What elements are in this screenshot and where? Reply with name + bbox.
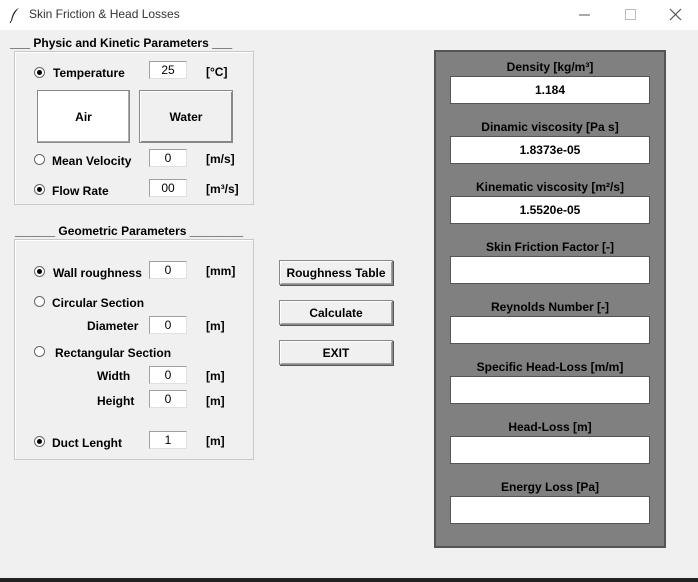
feather-icon	[9, 8, 19, 23]
temperature-radio[interactable]	[34, 67, 45, 78]
velocity-label: Mean Velocity	[52, 154, 132, 168]
velocity-input[interactable]	[149, 149, 187, 167]
roughness-radio[interactable]	[34, 266, 45, 277]
friction-factor-label: Skin Friction Factor [-]	[485, 240, 614, 254]
minimize-button[interactable]	[561, 0, 607, 30]
exit-button[interactable]: EXIT	[279, 340, 393, 365]
velocity-radio[interactable]	[34, 154, 45, 165]
physic-group-title: ___ Physic and Kinetic Parameters ___	[10, 36, 233, 50]
maximize-button[interactable]	[607, 0, 653, 30]
velocity-unit: [m/s]	[206, 152, 235, 166]
kinematic-viscosity-label: Kinematic viscosity [m²/s]	[475, 180, 625, 194]
results-panel: Density [kg/m³] 1.184 Dinamic viscosity …	[434, 50, 666, 548]
rectangular-label: Rectangular Section	[55, 346, 172, 360]
title-bar: Skin Friction & Head Losses	[0, 0, 698, 30]
length-radio[interactable]	[34, 436, 45, 447]
geometric-group-title: ______ Geometric Parameters ________	[15, 224, 244, 238]
head-loss-label: Head-Loss [m]	[508, 420, 592, 434]
length-label: Duct Lenght	[52, 436, 122, 450]
temperature-input[interactable]	[149, 61, 187, 79]
temperature-label: Temperature	[53, 66, 125, 80]
temperature-unit: [°C]	[206, 65, 228, 79]
energy-loss-label: Energy Loss [Pa]	[500, 480, 600, 494]
energy-loss-output	[450, 496, 650, 524]
air-button-label: Air	[75, 109, 92, 124]
width-input[interactable]	[149, 366, 187, 384]
flowrate-radio[interactable]	[34, 184, 45, 195]
roughness-label: Wall roughness	[53, 266, 142, 280]
close-icon	[669, 8, 682, 21]
diameter-label: Diameter	[87, 319, 139, 333]
width-label: Width	[97, 369, 131, 383]
density-label: Density [kg/m³]	[506, 60, 594, 74]
dynamic-viscosity-output: 1.8373e-05	[450, 136, 650, 164]
specific-head-loss-label: Specific Head-Loss [m/m]	[476, 360, 624, 374]
exit-label: EXIT	[322, 345, 350, 360]
roughness-input[interactable]	[149, 261, 187, 279]
dynamic-viscosity-label: Dinamic viscosity [Pa s]	[481, 120, 619, 134]
friction-factor-output	[450, 256, 650, 284]
rectangular-radio[interactable]	[34, 346, 45, 357]
circular-label: Circular Section	[52, 296, 145, 310]
specific-head-loss-output	[450, 376, 650, 404]
height-label: Height	[97, 394, 135, 408]
height-input[interactable]	[149, 390, 187, 408]
head-loss-output	[450, 436, 650, 464]
maximize-icon	[625, 9, 636, 20]
diameter-unit: [m]	[206, 319, 225, 333]
width-unit: [m]	[206, 369, 225, 383]
roughness-table-label: Roughness Table	[286, 265, 386, 280]
roughness-table-button[interactable]: Roughness Table	[279, 260, 393, 285]
water-button-label: Water	[169, 109, 203, 124]
roughness-unit: [mm]	[206, 264, 236, 278]
air-button[interactable]: Air	[37, 90, 130, 143]
close-button[interactable]	[652, 0, 698, 30]
height-unit: [m]	[206, 394, 225, 408]
water-button[interactable]: Water	[139, 90, 233, 143]
reynolds-label: Reynolds Number [-]	[490, 300, 609, 314]
length-unit: [m]	[206, 434, 225, 448]
flowrate-input[interactable]	[149, 179, 187, 197]
calculate-button[interactable]: Calculate	[279, 300, 393, 325]
length-input[interactable]	[149, 431, 187, 449]
minimize-icon	[579, 14, 590, 16]
circular-radio[interactable]	[34, 296, 45, 307]
window-title: Skin Friction & Head Losses	[29, 7, 180, 21]
calculate-label: Calculate	[309, 305, 363, 320]
reynolds-output	[450, 316, 650, 344]
density-output: 1.184	[450, 76, 650, 104]
flowrate-label: Flow Rate	[52, 184, 109, 198]
kinematic-viscosity-output: 1.5520e-05	[450, 196, 650, 224]
taskbar-edge	[0, 578, 698, 582]
diameter-input[interactable]	[149, 316, 187, 334]
flowrate-unit: [m³/s]	[206, 182, 239, 196]
